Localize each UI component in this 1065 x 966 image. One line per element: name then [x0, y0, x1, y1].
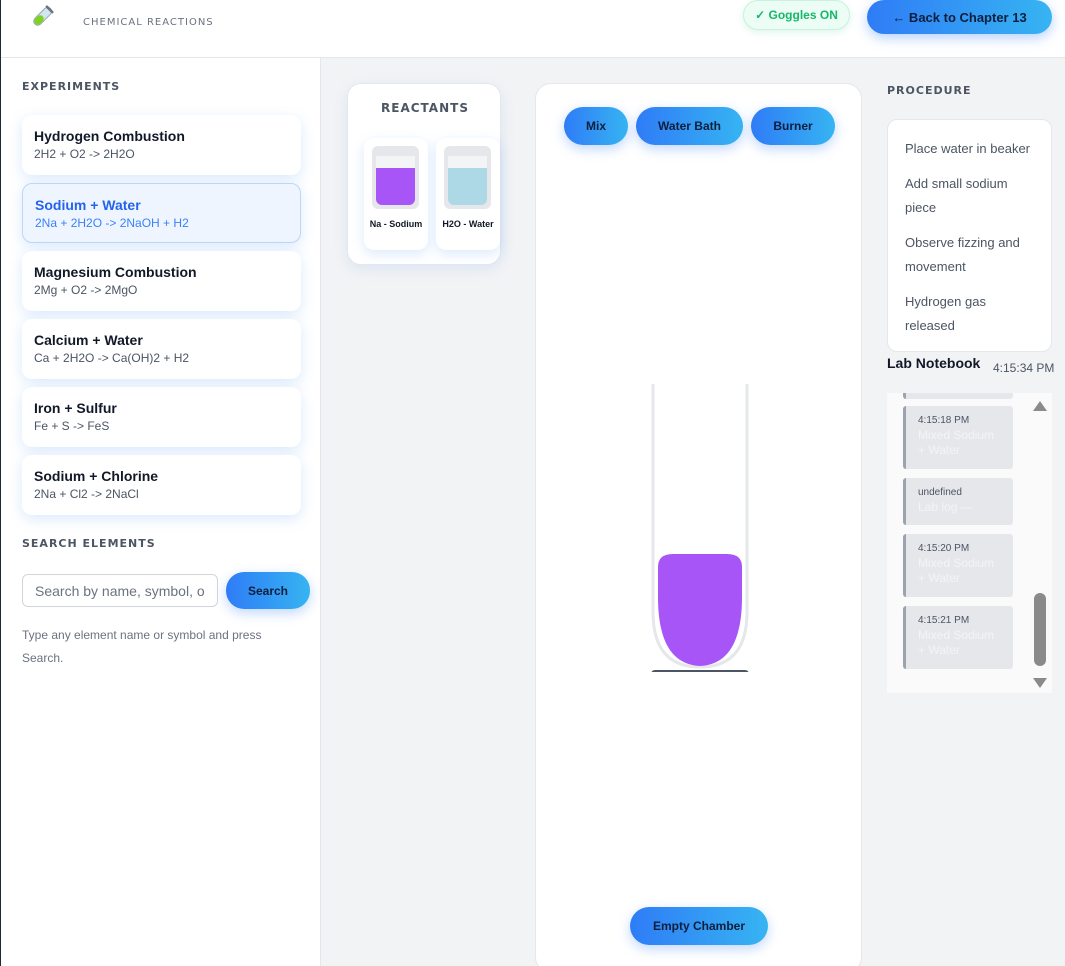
experiment-name: Magnesium Combustion [34, 264, 197, 280]
reagent-vial-icon [444, 146, 491, 209]
scroll-up-arrow-icon[interactable] [1033, 401, 1047, 411]
reagent-sodium[interactable]: Na - Sodium [364, 138, 428, 250]
experiment-card-magnesium-combustion[interactable]: Magnesium Combustion 2Mg + O2 -> 2MgO [22, 251, 301, 311]
test-tube [651, 384, 749, 672]
goggles-status-toggle[interactable]: ✓ Goggles ON [743, 0, 850, 30]
experiments-label: EXPERIMENTS [22, 80, 121, 93]
log-entry: undefined Lab log — [903, 478, 1013, 525]
scrollbar-thumb[interactable] [1034, 593, 1046, 666]
sidebar: EXPERIMENTS Hydrogen Combustion 2H2 + O2… [1, 58, 321, 966]
lab-notebook-time: 4:15:34 PM [993, 361, 1055, 375]
reactants-title: REACTANTS [381, 101, 469, 115]
procedure-step: Add small sodium piece [905, 176, 1008, 215]
log-entry-note: Mixed Sodium + Water [918, 428, 995, 457]
log-entry-time: 4:15:20 PM [918, 543, 970, 554]
reagent-vial-icon [372, 146, 419, 209]
experiment-card-calcium-water[interactable]: Calcium + Water Ca + 2H2O -> Ca(OH)2 + H… [22, 319, 301, 379]
experiment-equation: 2Na + 2H2O -> 2NaOH + H2 [35, 216, 189, 230]
reagent-label: Na - Sodium [369, 219, 423, 229]
procedure-label: PROCEDURE [887, 84, 972, 97]
log-entry-time: 4:15:18 PM [918, 415, 970, 426]
experiment-card-sodium-water[interactable]: Sodium + Water 2Na + 2H2O -> 2NaOH + H2 [22, 183, 301, 243]
lab-notebook-log[interactable]: 4:15:18 PM Mixed Sodium + Water undefine… [887, 393, 1052, 693]
reagent-water[interactable]: H2O - Water [436, 138, 500, 250]
empty-chamber-button[interactable]: Empty Chamber [630, 907, 768, 945]
log-entry: 4:15:18 PM Mixed Sodium + Water [903, 406, 1013, 469]
experiment-name: Hydrogen Combustion [34, 128, 185, 144]
procedure-step: Hydrogen gas released [905, 294, 986, 333]
reaction-chamber: Mix Water Bath Burner Empty Chamber [535, 83, 862, 966]
experiment-name: Sodium + Chlorine [34, 468, 159, 484]
scroll-down-arrow-icon[interactable] [1033, 678, 1047, 688]
procedure-panel: Place water in beaker Add small sodium p… [887, 119, 1052, 352]
experiment-name: Calcium + Water [34, 332, 143, 348]
lab-notebook-title: Lab Notebook [887, 355, 981, 371]
experiment-equation: 2Na + Cl2 -> 2NaCl [34, 487, 139, 501]
burner-button[interactable]: Burner [751, 107, 835, 145]
log-entry: 4:15:20 PM Mixed Sodium + Water [903, 534, 1013, 597]
tube-liquid [658, 554, 742, 666]
search-hint: Type any element name or symbol and pres… [22, 628, 262, 665]
tube-stand [651, 670, 749, 672]
experiment-card-sodium-chlorine[interactable]: Sodium + Chlorine 2Na + Cl2 -> 2NaCl [22, 455, 301, 515]
app-title: CHEMICAL REACTIONS [83, 17, 214, 28]
search-button[interactable]: Search [226, 572, 310, 609]
procedure-step: Observe fizzing and movement [905, 235, 1020, 274]
reagent-label: H2O - Water [442, 219, 494, 229]
app-header: CHEMICAL REACTIONS ✓ Goggles ON ← Back t… [1, 0, 1065, 58]
reactants-panel: REACTANTS Na - Sodium H2O - Water [347, 83, 501, 265]
experiment-equation: 2Mg + O2 -> 2MgO [34, 283, 138, 297]
log-entry: 4:15:21 PM Mixed Sodium + Water [903, 606, 1013, 669]
water-bath-button[interactable]: Water Bath [636, 107, 743, 145]
experiment-equation: 2H2 + O2 -> 2H2O [34, 147, 135, 161]
search-elements-label: SEARCH ELEMENTS [22, 537, 156, 550]
log-entry [903, 393, 1013, 399]
experiment-name: Sodium + Water [35, 197, 141, 213]
experiment-equation: Ca + 2H2O -> Ca(OH)2 + H2 [34, 351, 190, 365]
experiment-name: Iron + Sulfur [34, 400, 117, 416]
log-entry-time: 4:15:21 PM [918, 615, 970, 626]
element-search-input[interactable] [22, 574, 218, 607]
experiment-equation: Fe + S -> FeS [34, 419, 110, 433]
log-entry-time: undefined [918, 487, 962, 498]
mix-button[interactable]: Mix [564, 107, 628, 145]
experiment-card-hydrogen-combustion[interactable]: Hydrogen Combustion 2H2 + O2 -> 2H2O [22, 115, 301, 175]
log-entry-note: Lab log — [918, 500, 973, 514]
back-to-chapter-button[interactable]: ← Back to Chapter 13 [867, 0, 1052, 34]
log-entry-note: Mixed Sodium + Water [918, 556, 995, 585]
experiment-card-iron-sulfur[interactable]: Iron + Sulfur Fe + S -> FeS [22, 387, 301, 447]
procedure-step: Place water in beaker [905, 141, 1031, 156]
log-entry-note: Mixed Sodium + Water [918, 628, 995, 657]
test-tube-icon [33, 5, 54, 26]
